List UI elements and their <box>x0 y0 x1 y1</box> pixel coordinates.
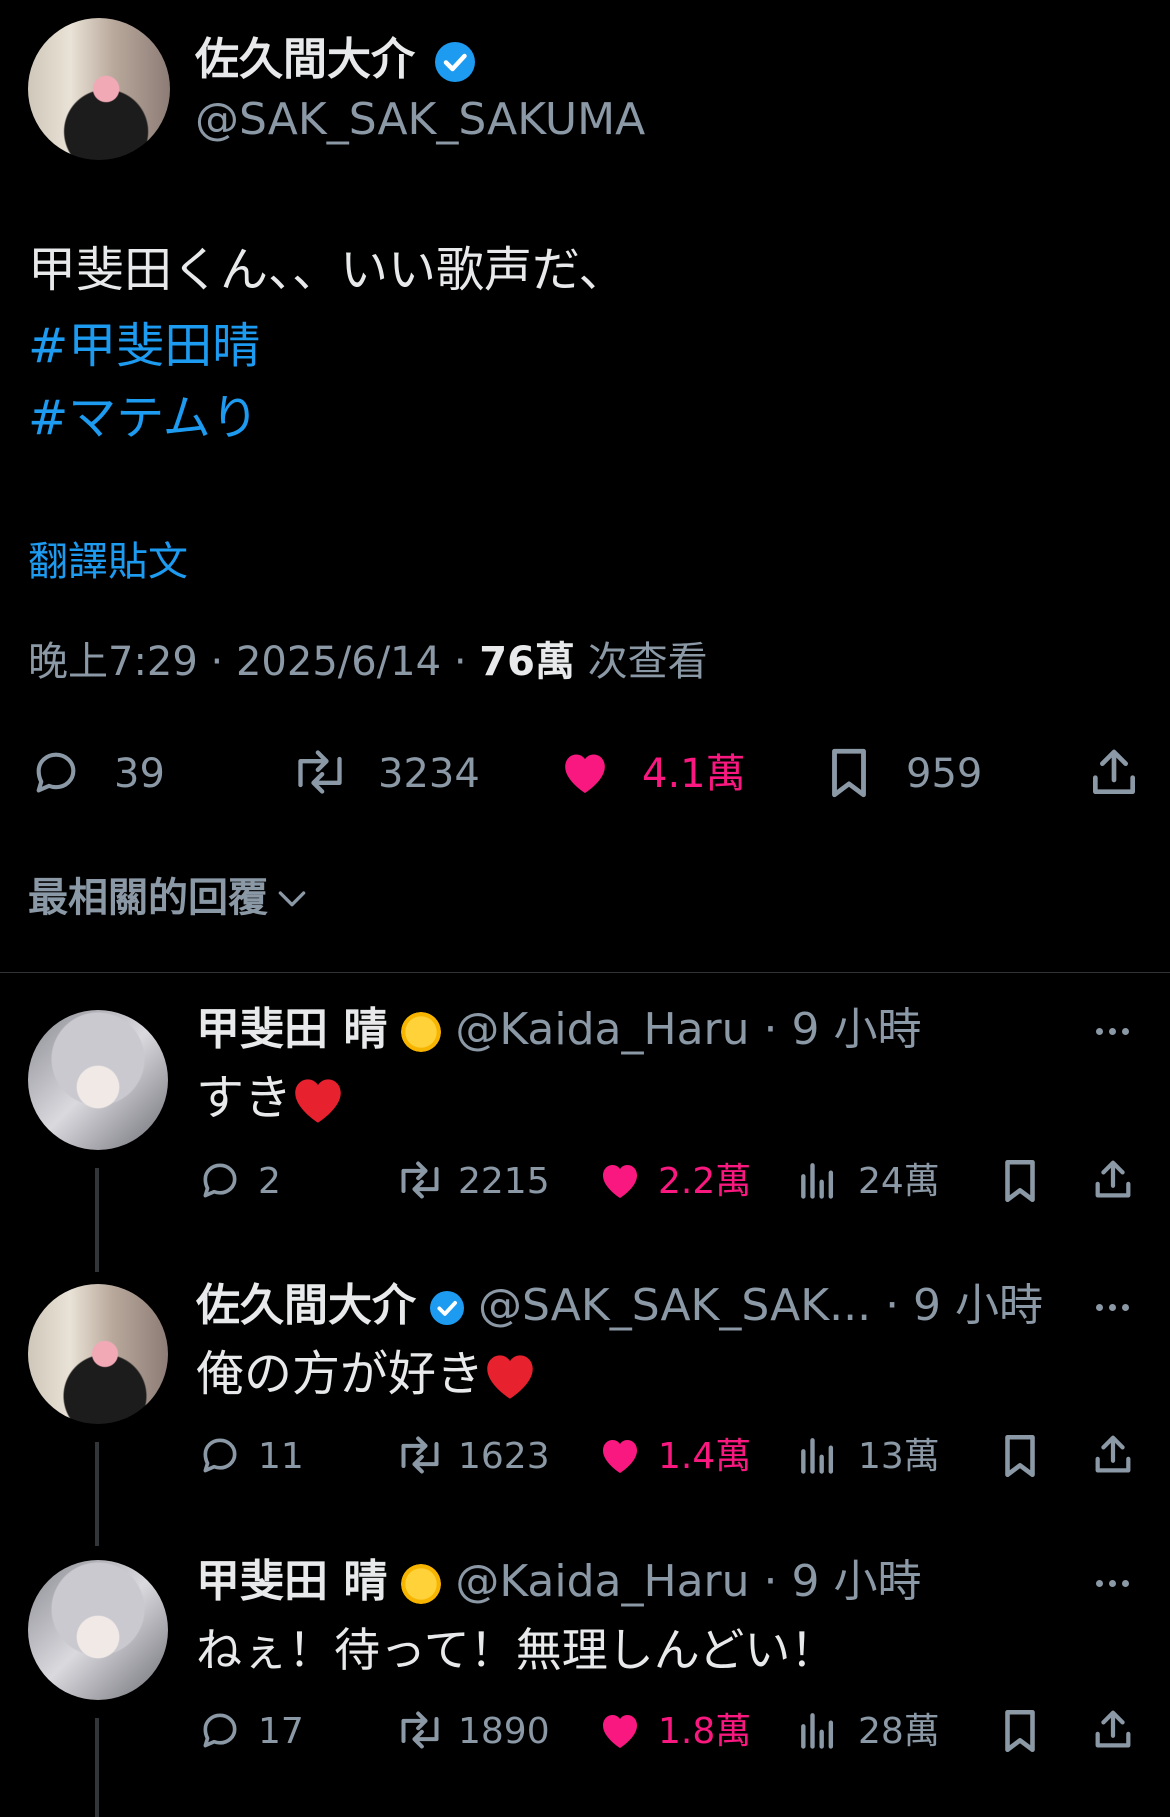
reply-author-handle[interactable]: @Kaida_Haru <box>455 1556 749 1607</box>
reply-text-content: すき <box>196 1070 293 1126</box>
reply-author-name[interactable]: 佐久間大介 <box>196 1280 416 1331</box>
more-icon[interactable] <box>1096 1578 1140 1588</box>
like-icon[interactable] <box>596 1706 644 1754</box>
retweet-icon[interactable] <box>392 1708 448 1752</box>
reply-icon[interactable] <box>196 1158 244 1202</box>
share-icon[interactable] <box>1090 1706 1136 1754</box>
reply-count: 39 <box>114 751 165 797</box>
reply-time: · 9 小時 <box>763 1004 922 1055</box>
reply-text: ねぇ！待って！無理しんどい！ <box>196 1623 837 1677</box>
hashtag-kaida-haru[interactable]: #甲斐田晴 <box>28 316 260 376</box>
bookmark-count: 959 <box>906 751 983 797</box>
reply-count: 17 <box>258 1711 304 1752</box>
retweet-icon[interactable] <box>286 746 354 798</box>
author-avatar[interactable] <box>28 18 170 160</box>
reply-sort-button[interactable]: 最相關的回覆 <box>28 872 312 924</box>
retweet-count: 3234 <box>378 751 480 797</box>
reply-author-name[interactable]: 甲斐田 晴 <box>196 1004 387 1055</box>
meta-separator: · <box>210 639 224 685</box>
retweet-icon[interactable] <box>392 1158 448 1202</box>
chevron-down-icon <box>272 878 312 918</box>
thread-line <box>95 1718 99 1817</box>
bookmark-icon[interactable] <box>998 1156 1042 1206</box>
reply-count: 11 <box>258 1436 304 1477</box>
share-icon[interactable] <box>1086 744 1142 802</box>
like-icon[interactable] <box>596 1431 644 1479</box>
share-icon[interactable] <box>1090 1156 1136 1204</box>
meta-separator: · <box>453 639 467 685</box>
red-heart-emoji-icon <box>487 1355 533 1399</box>
translate-post-link[interactable]: 翻譯貼文 <box>28 536 188 588</box>
reply-avatar[interactable] <box>28 1284 168 1424</box>
author-name[interactable]: 佐久間大介 <box>195 34 415 85</box>
like-count: 4.1萬 <box>642 751 746 797</box>
tweet-time: 晚上7:29 <box>28 639 198 685</box>
bookmark-icon[interactable] <box>824 744 874 802</box>
reply-author-handle[interactable]: @SAK_SAK_SAK... <box>478 1280 871 1331</box>
tweet-text: 甲斐田くん、、いい歌声だ、 <box>28 242 627 298</box>
reply-time: · 9 小時 <box>763 1556 922 1607</box>
views-count: 24萬 <box>858 1161 940 1202</box>
views-count[interactable]: 76萬 <box>479 639 575 685</box>
reply-header: 佐久間大介 @SAK_SAK_SAK... · 9 小時 <box>196 1278 1043 1334</box>
retweet-count: 2215 <box>458 1161 550 1202</box>
tweet-meta: 晚上7:29 · 2025/6/14 · 76萬 次查看 <box>28 636 708 688</box>
views-label: 次查看 <box>587 639 708 685</box>
reply-text-content: 俺の方が好き <box>196 1346 485 1402</box>
thread-line <box>95 1168 99 1272</box>
reply-time: · 9 小時 <box>885 1280 1044 1331</box>
bookmark-icon[interactable] <box>998 1706 1042 1756</box>
reply-header: 甲斐田 晴 @Kaida_Haru · 9 小時 <box>196 1002 921 1058</box>
views-count: 28萬 <box>858 1711 940 1752</box>
retweet-count: 1623 <box>458 1436 550 1477</box>
reply-icon[interactable] <box>28 746 84 798</box>
reply-author-handle[interactable]: @Kaida_Haru <box>455 1004 749 1055</box>
divider <box>0 972 1170 973</box>
sun-emoji-icon <box>401 1564 442 1604</box>
like-count: 1.4萬 <box>658 1436 752 1477</box>
like-icon[interactable] <box>556 744 614 800</box>
tweet-date: 2025/6/14 <box>235 639 442 685</box>
like-count: 1.8萬 <box>658 1711 752 1752</box>
reply-icon[interactable] <box>196 1433 244 1477</box>
sun-emoji-icon <box>401 1012 442 1052</box>
retweet-icon[interactable] <box>392 1433 448 1477</box>
retweet-count: 1890 <box>458 1711 550 1752</box>
reply-avatar[interactable] <box>28 1560 168 1700</box>
more-icon[interactable] <box>1096 1026 1140 1036</box>
verified-badge-icon <box>430 1291 464 1325</box>
reply-icon[interactable] <box>196 1708 244 1752</box>
views-icon[interactable] <box>796 1708 840 1752</box>
reply-text: 俺の方が好き <box>196 1344 536 1404</box>
views-icon[interactable] <box>796 1158 840 1202</box>
reply-text: すき <box>196 1068 344 1128</box>
verified-badge-icon <box>435 42 475 82</box>
author-handle[interactable]: @SAK_SAK_SAKUMA <box>195 92 645 148</box>
more-icon[interactable] <box>1096 1302 1140 1312</box>
reply-count: 2 <box>258 1161 281 1202</box>
like-count: 2.2萬 <box>658 1161 752 1202</box>
like-icon[interactable] <box>596 1156 644 1204</box>
share-icon[interactable] <box>1090 1431 1136 1479</box>
bookmark-icon[interactable] <box>998 1431 1042 1481</box>
reply-header: 甲斐田 晴 @Kaida_Haru · 9 小時 <box>196 1554 921 1610</box>
views-count: 13萬 <box>858 1436 940 1477</box>
reply-avatar[interactable] <box>28 1010 168 1150</box>
reply-sort-label: 最相關的回覆 <box>28 875 268 921</box>
thread-line <box>95 1442 99 1546</box>
hashtag-matemuri[interactable]: #マテムり <box>28 388 259 448</box>
red-heart-emoji-icon <box>295 1079 341 1123</box>
reply-author-name[interactable]: 甲斐田 晴 <box>196 1556 387 1607</box>
views-icon[interactable] <box>796 1433 840 1477</box>
